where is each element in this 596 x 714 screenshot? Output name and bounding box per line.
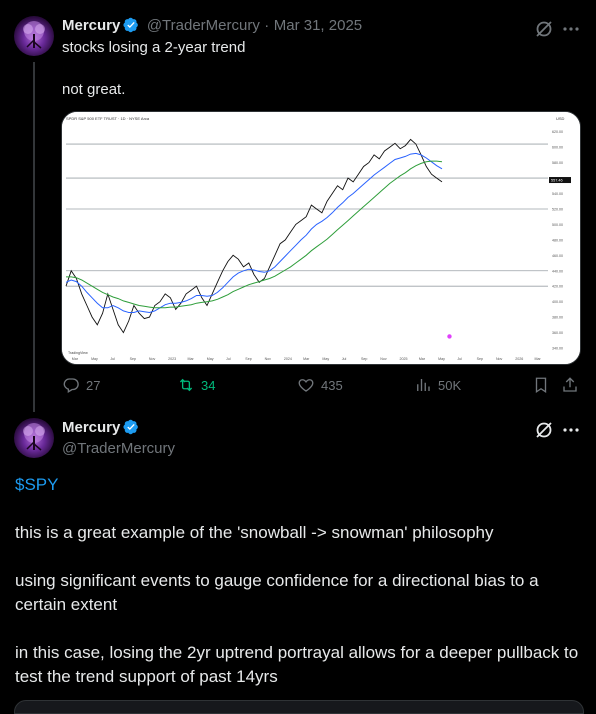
x-tick-label: Mar — [187, 357, 194, 361]
x-tick-label: Jul — [457, 357, 462, 361]
x-tick-label: May — [207, 357, 214, 361]
y-tick-label: 540.00 — [552, 192, 563, 196]
analytics-icon — [417, 379, 430, 391]
verified-badge-icon — [123, 419, 139, 435]
y-tick-label: 480.00 — [552, 238, 563, 242]
y-tick-label: 440.00 — [552, 269, 563, 273]
reply-icon — [63, 378, 79, 393]
spy-chart: SPDR S&P 500 ETF TRUST · 1D · NYSE Arca U… — [62, 112, 580, 364]
handle[interactable]: @TraderMercury — [147, 17, 260, 34]
y-tick-label: 360.00 — [552, 331, 563, 335]
grok-icon[interactable] — [534, 19, 554, 39]
y-tick-label: 420.00 — [552, 285, 563, 289]
grok-icon[interactable] — [534, 420, 554, 440]
price-tag-label: 557.46 — [551, 179, 563, 183]
repost-button[interactable]: 34 — [177, 376, 215, 394]
tweet2-paragraph-3: in this case, losing the 2yr uptrend por… — [15, 643, 579, 686]
views-button[interactable]: 50K — [414, 376, 461, 394]
x-tick-label: Mar — [535, 357, 542, 361]
bottom-card-edge — [14, 700, 584, 714]
y-tick-label: 340.00 — [552, 347, 563, 351]
y-tick-label: 380.00 — [552, 316, 563, 320]
x-tick-label: Nov — [149, 357, 156, 361]
x-tick-label: May — [91, 357, 98, 361]
x-tick-label: Mar — [303, 357, 310, 361]
more-options-icon[interactable] — [561, 420, 581, 440]
x-tick-label: Sep — [361, 357, 367, 361]
x-tick-label: Jul — [226, 357, 231, 361]
repost-icon — [179, 378, 193, 392]
chart-background — [62, 112, 580, 364]
cashtag-link[interactable]: $SPY — [15, 473, 58, 497]
x-tick-label: 2024 — [284, 357, 292, 361]
tweet2-paragraph-2: using significant events to gauge confid… — [15, 571, 539, 614]
like-button[interactable]: 435 — [297, 376, 343, 394]
y-tick-label: 620.00 — [552, 130, 563, 134]
x-tick-label: Sep — [477, 357, 483, 361]
event-marker — [447, 334, 452, 339]
y-tick-label: 580.00 — [552, 161, 563, 165]
x-tick-label: May — [322, 357, 329, 361]
x-tick-label: 2026 — [515, 357, 523, 361]
y-tick-label: 460.00 — [552, 254, 563, 258]
share-icon[interactable] — [561, 376, 579, 394]
tweet1-actions: 27 34 435 50K — [62, 374, 582, 396]
x-tick-label: Nov — [496, 357, 503, 361]
bookmark-icon[interactable] — [532, 376, 550, 394]
heart-icon — [298, 379, 314, 392]
like-count: 435 — [321, 377, 343, 393]
repost-count: 34 — [201, 377, 216, 393]
x-tick-label: Sep — [130, 357, 136, 361]
tradingview-watermark: TradingView — [68, 351, 88, 355]
x-tick-label: Nov — [380, 357, 387, 361]
x-tick-label: May — [438, 357, 445, 361]
thread-line — [33, 62, 35, 412]
reply-button[interactable]: 27 — [62, 376, 100, 394]
display-name[interactable]: Mercury — [62, 419, 120, 436]
x-tick-label: Mar — [419, 357, 426, 361]
x-tick-label: Jul — [342, 357, 347, 361]
x-tick-label: Nov — [265, 357, 272, 361]
tweet-text-line1: stocks losing a 2-year trend — [62, 39, 246, 56]
y-tick-label: 520.00 — [552, 207, 563, 211]
chart-header: SPDR S&P 500 ETF TRUST · 1D · NYSE Arca — [66, 116, 150, 121]
display-name[interactable]: Mercury — [62, 17, 120, 34]
avatar[interactable] — [14, 418, 54, 458]
tweet-text-line2: not great. — [62, 81, 126, 98]
chart-currency: USD — [556, 116, 565, 121]
timestamp[interactable]: Mar 31, 2025 — [274, 17, 362, 34]
more-options-icon[interactable] — [561, 19, 581, 39]
handle[interactable]: @TraderMercury — [62, 440, 175, 457]
y-tick-label: 500.00 — [552, 223, 563, 227]
avatar-tree-icon — [23, 423, 45, 451]
x-tick-label: 2025 — [400, 357, 408, 361]
x-tick-label: Sep — [245, 357, 251, 361]
separator: · — [264, 17, 270, 34]
y-tick-label: 400.00 — [552, 300, 563, 304]
tweet2-paragraph-1: this is a great example of the 'snowball… — [15, 523, 494, 542]
tweet2-header: Mercury — [62, 419, 139, 437]
reply-count: 27 — [86, 377, 101, 393]
chart-image[interactable]: SPDR S&P 500 ETF TRUST · 1D · NYSE Arca U… — [61, 111, 581, 365]
avatar[interactable] — [14, 16, 54, 56]
view-count: 50K — [438, 377, 462, 393]
x-tick-label: 2023 — [168, 357, 176, 361]
x-tick-label: Jul — [110, 357, 115, 361]
verified-badge-icon — [123, 17, 139, 33]
avatar-tree-icon — [23, 21, 45, 49]
x-tick-label: Mar — [72, 357, 79, 361]
y-tick-label: 600.00 — [552, 146, 563, 150]
tweet-header: Mercury @TraderMercury · Mar 31, 2025 — [62, 17, 362, 35]
